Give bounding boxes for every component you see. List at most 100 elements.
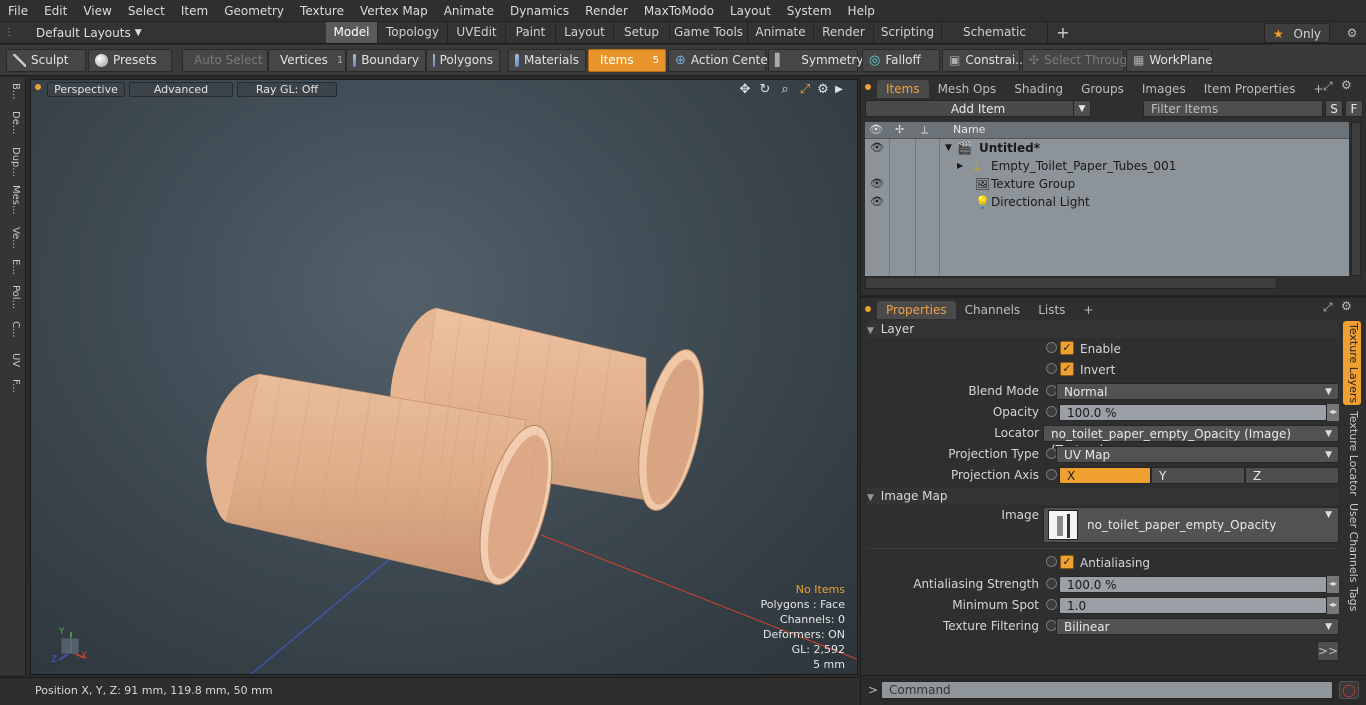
falloff-button[interactable]: ◎ Falloff <box>862 49 940 72</box>
menu-file[interactable]: File <box>0 0 36 22</box>
aa-strength-channel-dot[interactable] <box>1046 578 1057 589</box>
projection-axis-channel-dot[interactable] <box>1046 469 1057 480</box>
tree-row-texture-group[interactable]: 👁 🖼 Texture Group <box>865 175 1349 193</box>
tab-images[interactable]: Images <box>1133 80 1195 98</box>
menu-texture[interactable]: Texture <box>292 0 352 22</box>
left-tab-curve[interactable]: C... <box>3 321 21 338</box>
tab-game-tools[interactable]: Game Tools <box>670 22 748 43</box>
layer-section-header[interactable]: ▼ Layer <box>867 321 1339 338</box>
gear-icon[interactable]: ⚙ <box>1342 22 1362 44</box>
left-tab-deform[interactable]: De... <box>3 111 21 134</box>
min-spot-stepper-icon[interactable]: ◂▸ <box>1327 597 1339 614</box>
shading-mode-button[interactable]: Advanced <box>129 82 233 97</box>
materials-button[interactable]: Materials <box>508 49 586 72</box>
properties-panel-dot-icon[interactable] <box>865 306 871 312</box>
left-tab-polygon[interactable]: Pol... <box>3 285 21 309</box>
symmetry-button[interactable]: ▌ Symmetry <box>768 49 863 72</box>
items-panel-dot-icon[interactable] <box>865 84 871 90</box>
tab-channels[interactable]: Channels <box>956 301 1030 319</box>
side-tab-texture-locator[interactable]: Texture Locator <box>1343 409 1361 496</box>
tree-row-mesh[interactable]: ▶ ⟂ Empty_Toilet_Paper_Tubes_001 <box>865 157 1349 175</box>
aa-strength-stepper-icon[interactable]: ◂▸ <box>1327 576 1339 593</box>
side-tab-user-channels[interactable]: User Channels <box>1343 501 1361 582</box>
select-through-button[interactable]: ✣ Select Through <box>1022 49 1135 72</box>
view-mode-button[interactable]: Perspective <box>47 82 125 97</box>
image-map-section-header[interactable]: ▼ Image Map <box>867 488 1339 505</box>
filter-items-input[interactable]: Filter Items <box>1143 100 1323 117</box>
tab-properties[interactable]: Properties <box>877 301 956 319</box>
filtering-select[interactable]: Bilinear ▼ <box>1056 618 1339 635</box>
min-spot-channel-dot[interactable] <box>1046 599 1057 610</box>
opacity-stepper-icon[interactable]: ◂▸ <box>1327 404 1339 421</box>
opacity-input[interactable]: 100.0 % <box>1059 404 1327 421</box>
filter-f-button[interactable]: F <box>1345 100 1363 117</box>
visibility-eye-icon[interactable]: 👁 <box>870 175 884 193</box>
tab-paint[interactable]: Paint <box>506 22 556 43</box>
tab-model[interactable]: Model <box>326 22 378 43</box>
locator-select[interactable]: no_toilet_paper_empty_Opacity (Image) (T… <box>1043 425 1339 457</box>
add-item-button[interactable]: Add Item <box>865 100 1091 117</box>
3d-viewport[interactable]: Y X Z Perspective Advanced Ray GL: Off ✥… <box>30 79 858 675</box>
side-tab-texture-layers[interactable]: Texture Layers <box>1343 321 1361 405</box>
viewport-expand-icon[interactable]: ▶ <box>831 82 847 98</box>
antialiasing-channel-dot[interactable] <box>1046 556 1057 567</box>
left-tab-edge[interactable]: E... <box>3 259 21 275</box>
antialiasing-checkbox[interactable]: ✓ <box>1060 555 1074 569</box>
action-center-button[interactable]: ⊕ Action Center <box>668 49 773 72</box>
menu-dynamics[interactable]: Dynamics <box>502 0 577 22</box>
projection-type-select[interactable]: UV Map ▼ <box>1056 446 1339 463</box>
vertices-button[interactable]: Vertices 1 <box>268 49 346 72</box>
auto-select-button[interactable]: Auto Select <box>182 49 268 72</box>
axis-z-button[interactable]: Z <box>1245 467 1339 484</box>
tab-setup[interactable]: Setup <box>614 22 670 43</box>
menu-render[interactable]: Render <box>577 0 636 22</box>
layouts-dropdown[interactable]: ⋮ Default Layouts ▼ <box>4 22 142 44</box>
left-tab-vertex[interactable]: Ve... <box>3 227 21 249</box>
tab-scripting[interactable]: Scripting <box>874 22 942 43</box>
tab-animate[interactable]: Animate <box>748 22 814 43</box>
visibility-eye-icon[interactable]: 👁 <box>870 193 884 211</box>
menu-maxtomodo[interactable]: MaxToModo <box>636 0 722 22</box>
tab-render[interactable]: Render <box>814 22 874 43</box>
add-item-dropdown-icon[interactable]: ▼ <box>1073 100 1091 117</box>
panel-maximize-icon[interactable]: ⤢ <box>1323 79 1333 94</box>
items-button[interactable]: Items 5 <box>588 49 666 72</box>
viewport-gear-icon[interactable]: ⚙ <box>815 82 831 98</box>
menu-layout[interactable]: Layout <box>722 0 779 22</box>
tab-mesh-ops[interactable]: Mesh Ops <box>929 80 1006 98</box>
expand-arrow-icon[interactable]: ▼ <box>945 139 952 157</box>
add-panel-tab-icon[interactable]: + <box>1074 301 1102 319</box>
rotate-icon[interactable]: ↻ <box>757 82 773 98</box>
menu-help[interactable]: Help <box>840 0 883 22</box>
visibility-eye-icon[interactable]: 👁 <box>870 139 884 157</box>
properties-maximize-icon[interactable]: ⤢ <box>1323 300 1333 315</box>
opacity-channel-dot[interactable] <box>1046 406 1057 417</box>
tree-row-light[interactable]: 👁 💡 Directional Light <box>865 193 1349 211</box>
collapse-arrow-icon[interactable]: ▶ <box>957 157 963 175</box>
left-tab-uv[interactable]: UV <box>3 353 21 367</box>
tree-vertical-scrollbar[interactable] <box>1351 122 1361 276</box>
record-icon[interactable]: ◯ <box>1339 681 1359 699</box>
tree-horizontal-scrollbar[interactable] <box>865 277 1277 289</box>
tab-item-properties[interactable]: Item Properties <box>1195 80 1305 98</box>
aa-strength-input[interactable]: 100.0 % <box>1059 576 1327 593</box>
invert-checkbox[interactable]: ✓ <box>1060 362 1074 376</box>
properties-gear-icon[interactable]: ⚙ <box>1341 299 1352 313</box>
left-tab-basic[interactable]: B... <box>3 83 21 99</box>
tab-shading[interactable]: Shading <box>1005 80 1072 98</box>
menu-vertex-map[interactable]: Vertex Map <box>352 0 436 22</box>
menu-geometry[interactable]: Geometry <box>216 0 292 22</box>
zoom-icon[interactable]: ⌕ <box>777 82 793 98</box>
viewport-menu-dot-icon[interactable] <box>35 84 41 90</box>
axis-x-button[interactable]: X <box>1059 467 1151 484</box>
raygl-button[interactable]: Ray GL: Off <box>237 82 337 97</box>
side-tab-tags[interactable]: Tags <box>1343 585 1361 617</box>
tab-uvedit[interactable]: UVEdit <box>448 22 506 43</box>
command-input[interactable]: Command <box>881 681 1333 699</box>
image-select[interactable]: no_toilet_paper_empty_Opacity ▼ <box>1043 507 1339 543</box>
sculpt-button[interactable]: Sculpt <box>6 49 86 72</box>
blend-mode-select[interactable]: Normal ▼ <box>1056 383 1339 400</box>
menu-item[interactable]: Item <box>173 0 216 22</box>
menu-edit[interactable]: Edit <box>36 0 75 22</box>
tab-lists[interactable]: Lists <box>1029 301 1074 319</box>
